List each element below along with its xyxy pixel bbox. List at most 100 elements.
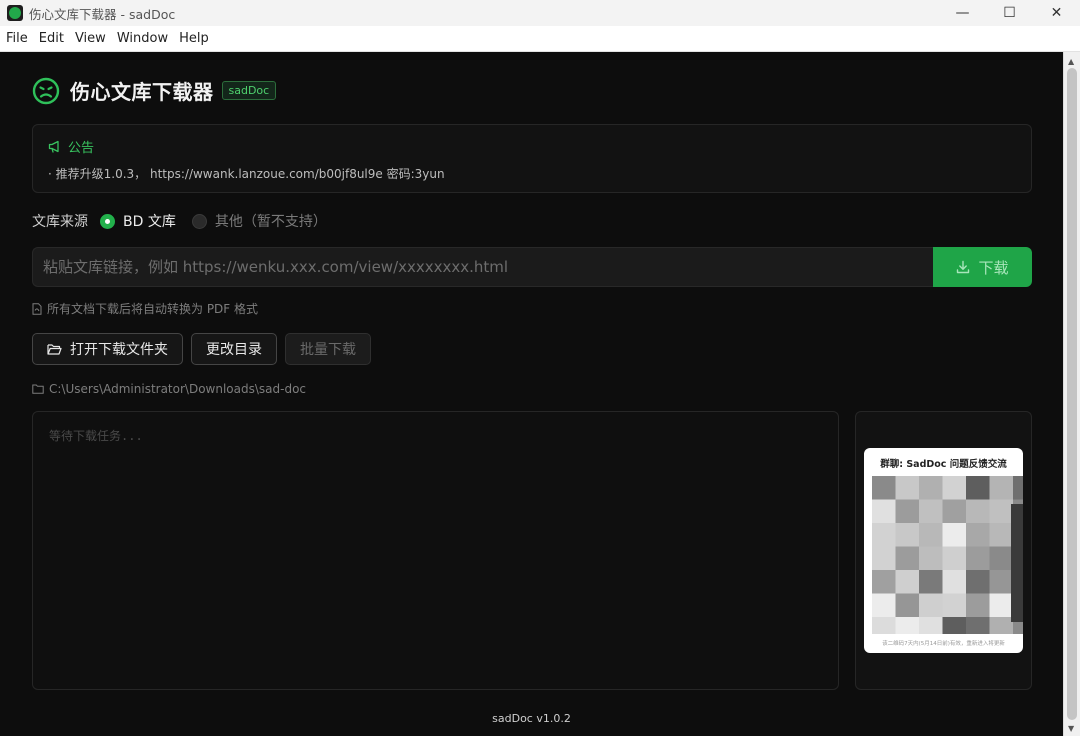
qr-cell <box>942 593 967 618</box>
menu-window[interactable]: Window <box>117 31 168 46</box>
announcement-panel: 公告 · 推荐升级1.0.3， https://wwank.lanzoue.co… <box>32 124 1032 193</box>
vertical-scrollbar[interactable]: ▲ ▼ <box>1063 52 1080 736</box>
qr-cell <box>966 593 990 618</box>
qr-cell <box>942 523 967 547</box>
qr-cell <box>919 523 943 547</box>
qr-cell <box>895 499 920 524</box>
qr-cell <box>1013 476 1023 500</box>
scroll-up-arrow-icon[interactable]: ▲ <box>1068 57 1074 66</box>
qr-panel: 群聊: SadDoc 问题反馈交流 该二维码7天内(5月14日前)有效，重新进入… <box>855 411 1032 690</box>
qr-cell <box>966 499 990 524</box>
qr-cell <box>872 617 896 634</box>
open-folder-label: 打开下载文件夹 <box>70 342 168 358</box>
open-folder-button[interactable]: 打开下载文件夹 <box>32 333 183 365</box>
qr-cell <box>872 570 896 594</box>
radio-bd-wenku[interactable]: BD 文库 <box>100 211 176 231</box>
download-log[interactable]: 等待下载任务... <box>32 411 839 690</box>
qr-cell <box>895 546 920 571</box>
qr-code-image <box>872 476 1023 634</box>
qr-cell <box>966 546 990 571</box>
change-directory-button[interactable]: 更改目录 <box>191 333 277 365</box>
action-buttons: 打开下载文件夹 更改目录 批量下载 <box>32 333 379 365</box>
announcement-text: · 推荐升级1.0.3， https://wwank.lanzoue.com/b… <box>48 167 445 181</box>
radio-other-label: 其他（暂不支持） <box>214 214 327 230</box>
download-path-text: C:\Users\Administrator\Downloads\sad-doc <box>49 382 307 396</box>
pdf-file-icon <box>32 302 42 315</box>
maximize-button[interactable]: ☐ <box>986 0 1033 26</box>
qr-cell <box>989 499 1014 524</box>
qr-cell <box>942 546 967 571</box>
qr-cell <box>966 570 990 594</box>
main-content: 伤心文库下载器 sadDoc 公告 · 推荐升级1.0.3， https://w… <box>0 52 1063 736</box>
download-button-label: 下载 <box>978 258 1009 277</box>
menu-help[interactable]: Help <box>179 31 209 46</box>
megaphone-icon <box>48 140 59 153</box>
qr-cell <box>989 546 1014 571</box>
batch-download-label: 批量下载 <box>300 342 356 358</box>
app-tag-badge: sadDoc <box>221 81 277 100</box>
menu-edit[interactable]: Edit <box>39 31 64 46</box>
qr-cell <box>989 476 1014 500</box>
version-label: sadDoc v1.0.2 <box>492 712 571 725</box>
title-bar: 伤心文库下载器 - sadDoc — ☐ ✕ <box>0 0 1080 26</box>
qr-cell <box>966 476 990 500</box>
qr-cell <box>989 570 1014 594</box>
folder-icon <box>32 384 44 394</box>
pdf-hint-text: 所有文档下载后将自动转换为 PDF 格式 <box>47 302 259 316</box>
window-controls: — ☐ ✕ <box>939 0 1080 26</box>
qr-cell <box>942 617 967 634</box>
qr-cell <box>919 593 943 618</box>
source-selector: 文库来源 BD 文库 其他（暂不支持） <box>32 211 343 231</box>
qr-cell <box>872 593 896 618</box>
qr-cell <box>989 593 1014 618</box>
download-button[interactable]: 下载 <box>933 247 1032 287</box>
menu-file[interactable]: File <box>6 31 28 46</box>
qr-cell <box>895 570 920 594</box>
qr-cell <box>942 499 967 524</box>
sad-face-icon <box>32 77 60 104</box>
window-title: 伤心文库下载器 - sadDoc <box>29 6 176 22</box>
log-placeholder: 等待下载任务... <box>49 429 143 443</box>
close-button[interactable]: ✕ <box>1033 0 1080 26</box>
url-input[interactable] <box>32 247 933 287</box>
download-path: C:\Users\Administrator\Downloads\sad-doc <box>32 382 306 396</box>
scroll-down-arrow-icon[interactable]: ▼ <box>1068 724 1074 733</box>
qr-cell <box>872 546 896 571</box>
scroll-thumb[interactable] <box>1067 68 1077 720</box>
app-header: 伤心文库下载器 sadDoc <box>32 76 277 105</box>
qr-cell <box>895 617 920 634</box>
qr-cell <box>919 570 943 594</box>
qr-cell <box>919 476 943 500</box>
qr-caption: 该二维码7天内(5月14日前)有效，重新进入将更新 <box>882 641 1005 647</box>
download-icon <box>957 260 970 274</box>
qr-title: 群聊: SadDoc 问题反馈交流 <box>880 459 1007 470</box>
qr-cell <box>966 523 990 547</box>
qr-card: 群聊: SadDoc 问题反馈交流 该二维码7天内(5月14日前)有效，重新进入… <box>864 448 1023 653</box>
minimize-button[interactable]: — <box>939 0 986 26</box>
qr-cell <box>872 476 896 500</box>
qr-cell <box>919 546 943 571</box>
folder-open-icon <box>47 344 62 355</box>
radio-bd-wenku-label: BD 文库 <box>123 214 176 230</box>
qr-cell <box>895 593 920 618</box>
menu-bar: File Edit View Window Help <box>0 26 1080 52</box>
qr-cell <box>966 617 990 634</box>
qr-cell <box>942 476 967 500</box>
qr-cell <box>1011 504 1023 622</box>
qr-cell <box>919 499 943 524</box>
source-label: 文库来源 <box>32 214 88 230</box>
qr-cell <box>989 617 1014 634</box>
qr-cell <box>919 617 943 634</box>
radio-selected-indicator <box>100 213 115 229</box>
app-icon <box>7 5 23 21</box>
pdf-hint: 所有文档下载后将自动转换为 PDF 格式 <box>32 300 258 317</box>
menu-view[interactable]: View <box>75 31 106 46</box>
qr-cell <box>895 523 920 547</box>
change-directory-label: 更改目录 <box>206 342 262 358</box>
radio-other[interactable]: 其他（暂不支持） <box>191 211 327 231</box>
qr-cell <box>942 570 967 594</box>
radio-unselected-indicator <box>191 213 207 229</box>
qr-cell <box>989 523 1014 547</box>
qr-cell <box>872 523 896 547</box>
batch-download-button[interactable]: 批量下载 <box>285 333 371 365</box>
